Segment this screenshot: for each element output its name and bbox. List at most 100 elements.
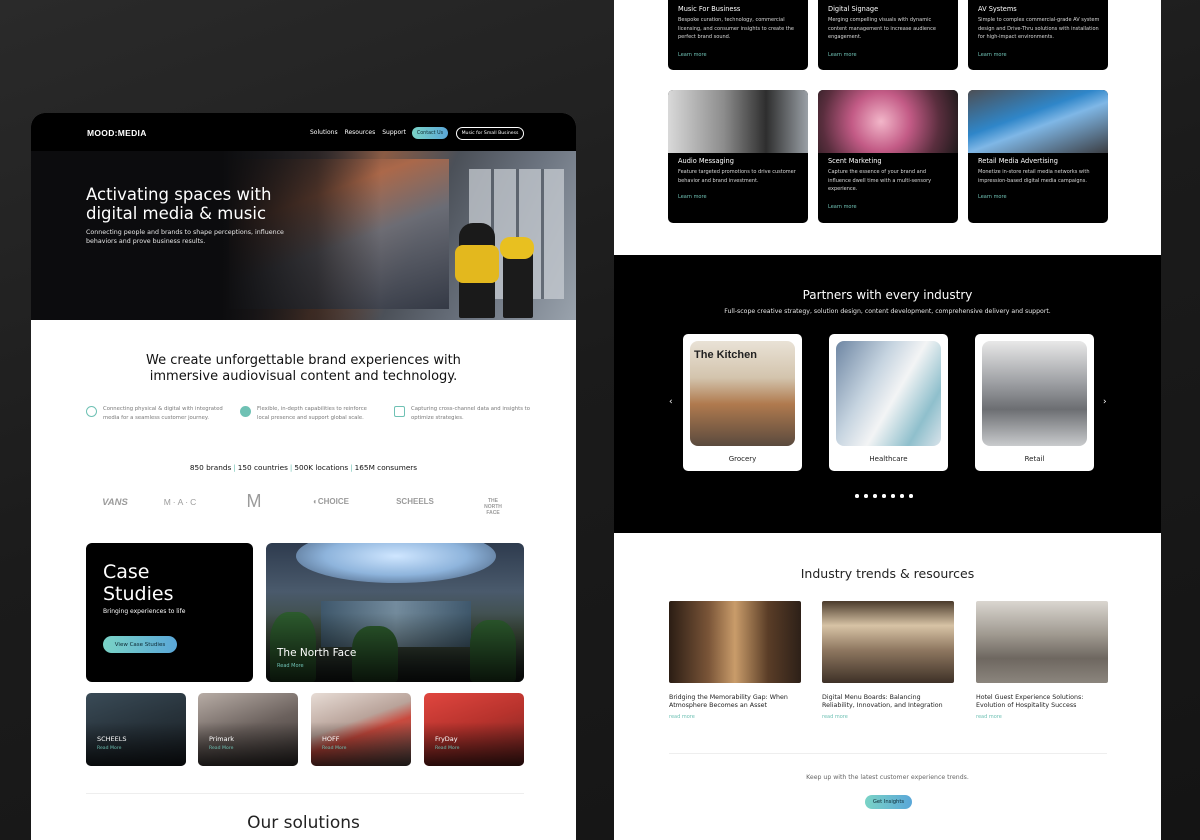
mood-media-logo[interactable]: MOOD:MEDIA xyxy=(87,128,147,138)
article-image xyxy=(669,601,801,683)
solution-card-scent[interactable]: Scent Marketing Capture the essence of y… xyxy=(818,90,958,223)
solution-desc: Merging compelling visuals with dynamic … xyxy=(828,17,936,40)
get-insights-button[interactable]: Get Insights xyxy=(865,795,912,809)
learn-more-link[interactable]: Learn more xyxy=(978,194,1007,200)
partners-section: Partners with every industry Full-scope … xyxy=(614,255,1161,533)
article-card[interactable]: Hotel Guest Experience Solutions: Evolut… xyxy=(976,601,1108,720)
carousel-dot[interactable] xyxy=(855,494,859,498)
trends-title: Industry trends & resources xyxy=(800,566,975,581)
solution-title: Music For Business xyxy=(678,5,741,13)
top-nav: MOOD:MEDIA Solutions Resources Support C… xyxy=(31,113,576,151)
read-more-link[interactable]: read more xyxy=(669,714,801,720)
healthcare-image xyxy=(836,341,941,446)
article-title: Bridging the Memorability Gap: When Atmo… xyxy=(669,694,788,709)
carousel-dot[interactable] xyxy=(873,494,877,498)
feature-item: Connecting physical & digital with integ… xyxy=(86,405,226,422)
solution-card-retail-media[interactable]: Retail Media Advertising Monetize in-sto… xyxy=(968,90,1108,223)
case-card-scheels[interactable]: SCHEELS Read More xyxy=(86,693,186,766)
feature-text: Flexible, in-depth capabilities to reinf… xyxy=(257,406,367,421)
solution-title: Audio Messaging xyxy=(678,157,734,165)
carousel-prev-arrow[interactable]: ‹ xyxy=(669,397,673,407)
solution-card-music[interactable]: Music For Business Bespoke curation, tec… xyxy=(668,0,808,70)
carousel-dot[interactable] xyxy=(864,494,868,498)
carousel-next-arrow[interactable]: › xyxy=(1103,397,1107,407)
music-small-business-button[interactable]: Music for Small Business xyxy=(456,127,524,140)
carousel-dot[interactable] xyxy=(900,494,904,498)
homepage-right-frame: Music For Business Bespoke curation, tec… xyxy=(614,0,1161,840)
audio-messaging-image xyxy=(668,90,808,153)
article-title: Hotel Guest Experience Solutions: Evolut… xyxy=(976,694,1084,709)
nav-links: Solutions Resources Support xyxy=(310,129,406,136)
case-card-hoff[interactable]: HOFF Read More xyxy=(311,693,411,766)
check-circle-icon xyxy=(86,406,97,417)
contact-us-button[interactable]: Contact Us xyxy=(412,127,448,139)
homepage-left-frame: MOOD:MEDIA Solutions Resources Support C… xyxy=(31,113,576,840)
stat-locations: 500K locations xyxy=(294,463,349,472)
stat-brands: 850 brands xyxy=(189,463,232,472)
case-name: SCHEELS xyxy=(97,735,127,743)
partners-title: Partners with every industry xyxy=(802,288,973,302)
read-more-link[interactable]: read more xyxy=(976,714,1108,720)
feature-text: Capturing cross-channel data and insight… xyxy=(411,406,530,421)
retail-media-image xyxy=(968,90,1108,153)
solution-title: Scent Marketing xyxy=(828,157,882,165)
view-case-studies-button[interactable]: View Case Studies xyxy=(103,636,177,653)
feature-item: Flexible, in-depth capabilities to reinf… xyxy=(240,405,380,422)
learn-more-link[interactable]: Learn more xyxy=(978,52,1007,58)
article-card[interactable]: Bridging the Memorability Gap: When Atmo… xyxy=(669,601,801,720)
bar-chart-icon xyxy=(394,406,405,417)
vans-logo: VANS xyxy=(102,497,128,508)
read-more-link[interactable]: Read More xyxy=(209,746,233,751)
feature-item: Capturing cross-channel data and insight… xyxy=(394,405,534,422)
mcdonalds-logo: M xyxy=(246,491,262,511)
case-card-primark[interactable]: Primark Read More xyxy=(198,693,298,766)
read-more-link[interactable]: Read More xyxy=(322,746,346,751)
section-divider xyxy=(86,793,524,794)
learn-more-link[interactable]: Learn more xyxy=(678,194,707,200)
nav-support[interactable]: Support xyxy=(382,129,406,136)
carousel-dot[interactable] xyxy=(882,494,886,498)
industry-label: Grocery xyxy=(728,455,757,463)
our-solutions-heading: Our solutions xyxy=(247,813,360,833)
carousel-dot[interactable] xyxy=(891,494,895,498)
nav-resources[interactable]: Resources xyxy=(345,129,376,136)
read-more-link[interactable]: read more xyxy=(822,714,954,720)
mac-logo: M·A·C xyxy=(163,497,199,507)
case-studies-card: Case Studies Bringing experiences to lif… xyxy=(86,543,253,682)
solution-desc: Feature targeted promotions to drive cus… xyxy=(678,169,796,184)
industry-card-grocery[interactable]: The Kitchen Grocery xyxy=(683,334,802,471)
scheels-logo: SCHEELS xyxy=(396,497,434,506)
stat-countries: 150 countries xyxy=(237,463,288,472)
article-image xyxy=(822,601,954,683)
carousel-dot[interactable] xyxy=(909,494,913,498)
solution-card-audio[interactable]: Audio Messaging Feature targeted promoti… xyxy=(668,90,808,223)
feature-text: Connecting physical & digital with integ… xyxy=(103,406,223,421)
learn-more-link[interactable]: Learn more xyxy=(828,52,857,58)
learn-more-link[interactable]: Learn more xyxy=(678,52,707,58)
globe-icon xyxy=(240,406,251,417)
learn-more-link[interactable]: Learn more xyxy=(828,204,857,210)
solution-desc: Bespoke curation, technology, commercial… xyxy=(678,17,794,40)
nav-solutions[interactable]: Solutions xyxy=(310,129,338,136)
industry-card-healthcare[interactable]: Healthcare xyxy=(829,334,948,471)
section-divider xyxy=(669,753,1107,754)
read-more-link[interactable]: Read More xyxy=(435,746,459,751)
north-face-case-card[interactable]: The North Face Read More xyxy=(266,543,524,682)
case-name: HOFF xyxy=(322,735,340,743)
hero-title: Activating spaces with digital media & m… xyxy=(86,185,272,223)
read-more-link[interactable]: Read More xyxy=(97,746,121,751)
carousel-dots xyxy=(855,494,913,498)
solution-title: AV Systems xyxy=(978,5,1017,13)
industry-label: Retail xyxy=(1024,455,1045,463)
solution-card-av[interactable]: AV Systems Simple to complex commercial-… xyxy=(968,0,1108,70)
read-more-link[interactable]: Read More xyxy=(277,663,304,669)
solution-desc: Capture the essence of your brand and in… xyxy=(828,169,932,192)
intro-headline-text: We create unforgettable brand experience… xyxy=(146,353,461,384)
solution-card-signage[interactable]: Digital Signage Merging compelling visua… xyxy=(818,0,958,70)
case-card-fryday[interactable]: FryDay Read More xyxy=(424,693,524,766)
industry-card-retail[interactable]: Retail xyxy=(975,334,1094,471)
article-title: Digital Menu Boards: Balancing Reliabili… xyxy=(822,694,943,709)
article-image xyxy=(976,601,1108,683)
article-card[interactable]: Digital Menu Boards: Balancing Reliabili… xyxy=(822,601,954,720)
case-name: FryDay xyxy=(435,735,458,743)
